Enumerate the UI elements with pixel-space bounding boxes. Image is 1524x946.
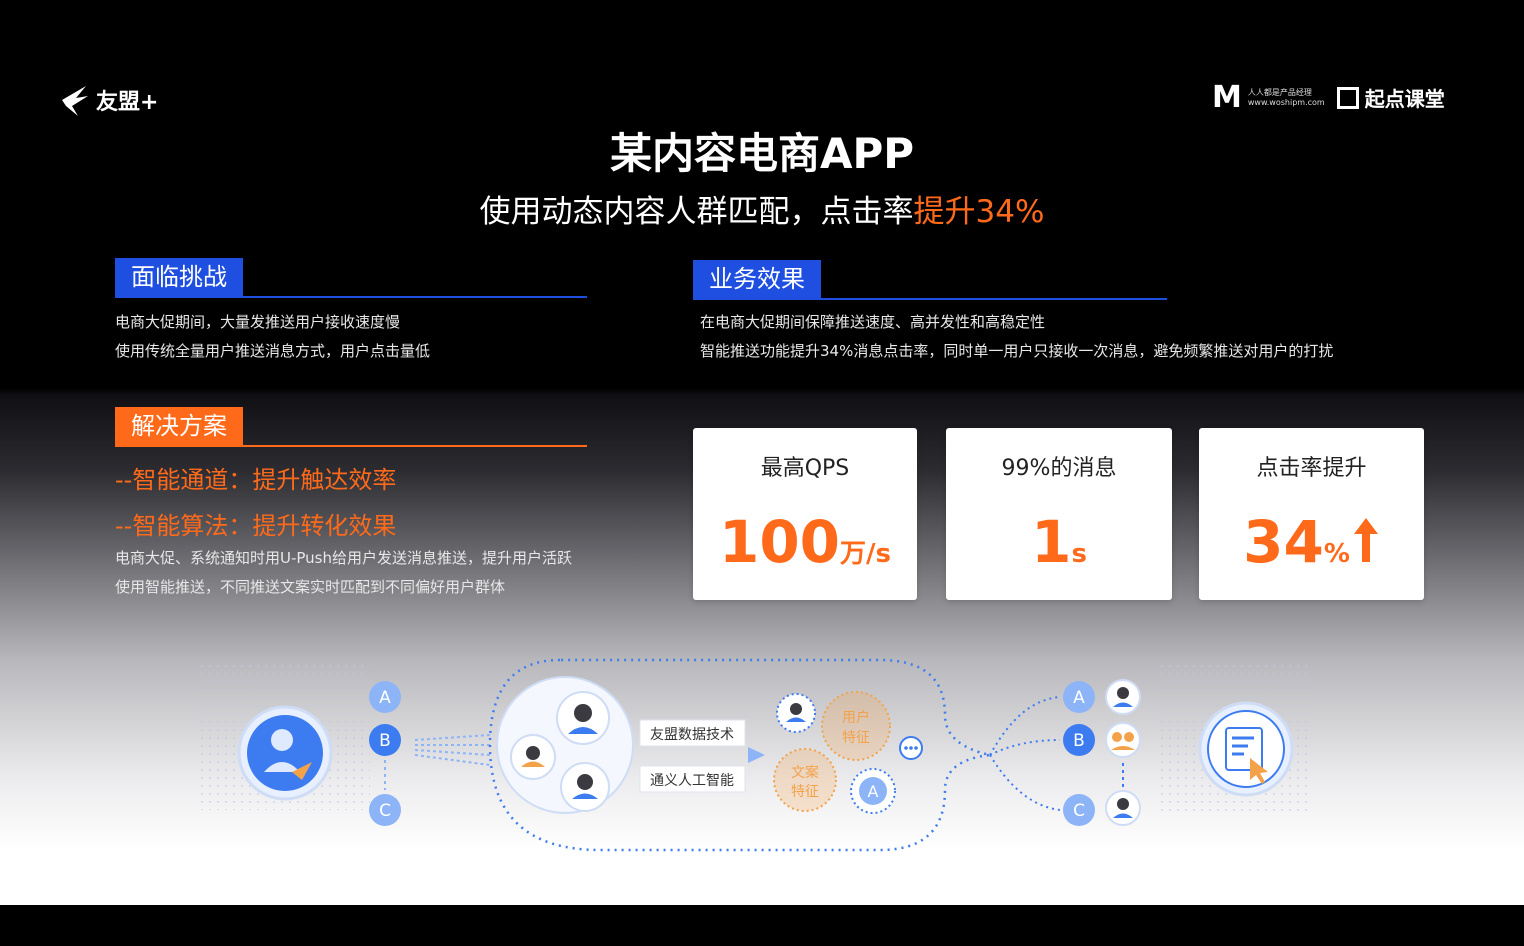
sender-avatar-icon — [237, 705, 333, 801]
woshipm-name: 人人都是产品经理 — [1247, 87, 1312, 97]
metric-value: 100万/s — [693, 508, 917, 576]
solution-point: --智能算法：提升转化效果 — [115, 512, 397, 540]
solution-text: 电商大促、系统通知时用U-Push给用户发送消息推送，提升用户活跃 使用智能推送… — [115, 544, 572, 602]
solution-line: 使用智能推送，不同推送文案实时匹配到不同偏好用户群体 — [115, 578, 506, 596]
youmeng-logo-text: 友盟+ — [96, 90, 159, 115]
woshipm-m-icon: M — [1212, 80, 1242, 115]
more-options-icon — [899, 736, 923, 760]
flow-lines-right — [989, 696, 1061, 811]
arrow-right-icon — [748, 747, 765, 763]
right-badge-b: B — [1063, 724, 1095, 756]
metric-card-qps: 最高QPS 100万/s — [693, 428, 917, 600]
solution-heading: 解决方案 — [115, 407, 587, 447]
flow-lines-left — [414, 734, 491, 766]
metric-unit: % — [1323, 539, 1350, 569]
metric-number: 1 — [1031, 508, 1072, 576]
badge-letter: B — [1073, 731, 1085, 751]
page-subtitle: 使用动态内容人群匹配，点击率提升34% — [0, 186, 1524, 231]
challenge-line: 使用传统全量用户推送消息方式，用户点击量低 — [115, 342, 431, 360]
metric-value: 1s — [946, 508, 1172, 576]
metric-value: 34% — [1199, 508, 1424, 576]
youmeng-bird-icon — [62, 86, 88, 116]
effect-text: 在电商大促期间保障推送速度、高并发性和高稳定性 智能推送功能提升34%消息点击率… — [700, 308, 1333, 366]
small-user-icon — [776, 693, 816, 733]
effect-line: 智能推送功能提升34%消息点击率，同时单一用户只接收一次消息，避免频繁推送对用户… — [700, 342, 1334, 360]
metric-number: 34 — [1243, 508, 1324, 576]
effect-underline — [693, 298, 1167, 300]
metric-number: 100 — [718, 508, 841, 576]
challenge-text: 电商大促期间，大量发推送用户接收速度慢 使用传统全量用户推送消息方式，用户点击量… — [115, 308, 430, 366]
badge-letter: A — [379, 688, 391, 708]
slide: 友盟+ M 人人都是产品经理 www.woshipm.com 起点课堂 某内容电… — [0, 0, 1524, 946]
metric-card-ctr: 点击率提升 34% — [1199, 428, 1424, 600]
tech-label-ai: 通义人工智能 — [650, 773, 734, 789]
document-click-icon — [1198, 701, 1294, 797]
badge-letter: A — [1073, 688, 1085, 708]
user-cluster-icon — [496, 676, 634, 814]
arrow-up-icon — [1353, 518, 1378, 562]
metric-label: 99%的消息 — [1001, 456, 1117, 481]
right-avatar-woman-icon — [1105, 679, 1141, 715]
metric-label: 点击率提升 — [1256, 456, 1367, 481]
metric-label: 最高QPS — [760, 456, 850, 481]
right-avatar-man-icon — [1105, 790, 1141, 826]
right-badge-c: C — [1063, 794, 1095, 826]
solution-underline — [115, 445, 587, 447]
push-flow-diagram: A B C 友盟数据技术 通义人工智能 用户 特征 文案 特征 A A B C — [200, 658, 1310, 852]
woshipm-url: www.woshipm.com — [1247, 97, 1325, 107]
badge-letter: A — [868, 782, 879, 801]
subtitle-highlight: 提升34% — [913, 194, 1045, 230]
left-badge-b: B — [369, 724, 401, 756]
challenge-heading: 面临挑战 — [115, 258, 587, 298]
woshipm-text: 人人都是产品经理 www.woshipm.com — [1248, 88, 1325, 108]
qidian-logo-text: 起点课堂 — [1364, 87, 1445, 111]
metric-unit: s — [1071, 539, 1087, 569]
badge-letter: C — [1073, 801, 1085, 821]
badge-letter: C — [379, 801, 391, 821]
feature-badge-a: A — [850, 768, 896, 814]
right-avatar-group-icon — [1105, 722, 1141, 758]
user-feature-text-bottom: 特征 — [842, 730, 870, 746]
challenge-underline — [115, 296, 587, 298]
partner-logos: M 人人都是产品经理 www.woshipm.com 起点课堂 — [1212, 80, 1445, 115]
tech-label-data: 友盟数据技术 — [650, 727, 734, 743]
qidian-logo-icon — [1336, 86, 1359, 109]
left-badge-c: C — [369, 794, 401, 826]
left-badge-a: A — [369, 681, 401, 713]
copy-feature-text-bottom: 特征 — [791, 784, 819, 800]
effect-line: 在电商大促期间保障推送速度、高并发性和高稳定性 — [700, 313, 1046, 331]
right-badge-a: A — [1063, 681, 1095, 713]
metric-card-latency: 99%的消息 1s — [946, 428, 1172, 600]
page-title: 某内容电商APP — [609, 129, 915, 178]
solution-point: --智能通道：提升触达效率 — [115, 466, 397, 494]
user-feature-text-top: 用户 — [842, 709, 870, 726]
subtitle-prefix: 使用动态内容人群匹配，点击率 — [479, 194, 914, 230]
challenge-line: 电商大促期间，大量发推送用户接收速度慢 — [115, 313, 401, 331]
challenge-heading-label: 面临挑战 — [115, 258, 243, 296]
badge-letter: B — [379, 731, 391, 751]
effect-heading: 业务效果 — [693, 260, 1167, 300]
effect-heading-label: 业务效果 — [693, 260, 821, 298]
user-feature-bubble — [821, 691, 891, 761]
metric-unit: 万/s — [840, 539, 892, 569]
solution-line: 电商大促、系统通知时用U-Push给用户发送消息推送，提升用户活跃 — [115, 549, 573, 567]
copy-feature-text-top: 文案 — [791, 764, 819, 781]
solution-heading-label: 解决方案 — [115, 407, 243, 445]
youmeng-logo: 友盟+ — [58, 82, 158, 118]
